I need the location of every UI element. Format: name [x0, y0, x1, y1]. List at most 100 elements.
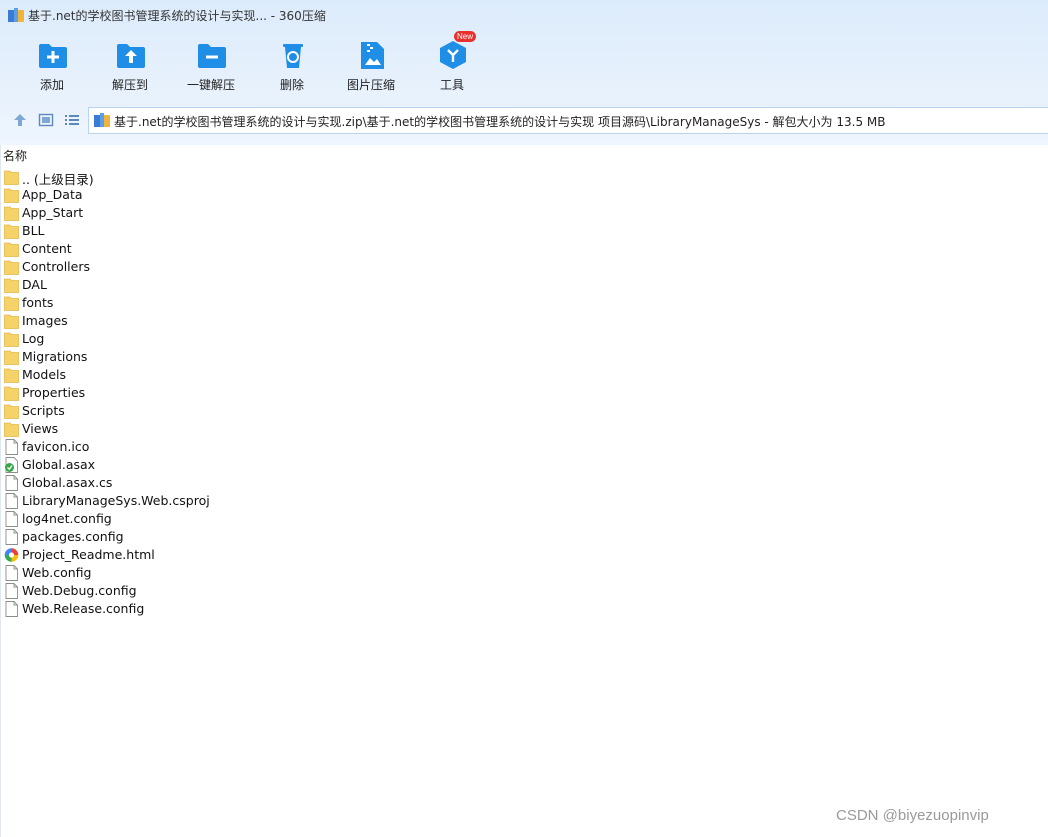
delete-button[interactable]: 删除 [256, 34, 328, 96]
folder-row[interactable]: Images [4, 312, 424, 330]
file-icon [5, 511, 18, 527]
folder-icon [4, 332, 19, 347]
file-name: Properties [22, 385, 86, 400]
file-name: Content [22, 241, 72, 256]
top-chrome: 基于.net的学校图书管理系统的设计与实现... - 360压缩 添加 解压到 一键… [0, 0, 1048, 145]
folder-row[interactable]: BLL [4, 222, 424, 240]
file-name: Web.config [22, 565, 92, 580]
folder-icon [4, 170, 19, 185]
file-row[interactable]: Global.asax [4, 456, 424, 474]
folder-row[interactable]: Properties [4, 384, 424, 402]
folder-icon [4, 224, 19, 239]
one-click-extract-button[interactable]: 一键解压 [175, 34, 247, 96]
file-name: LibraryManageSys.Web.csproj [22, 493, 210, 508]
new-badge: New [454, 31, 477, 42]
image-compress-label: 图片压缩 [346, 78, 395, 92]
folder-icon [4, 278, 19, 293]
add-button[interactable]: 添加 [16, 34, 88, 96]
file-name: packages.config [22, 529, 124, 544]
up-arrow-icon[interactable] [12, 112, 28, 128]
one-click-extract-label: 一键解压 [186, 78, 235, 92]
file-row[interactable]: LibraryManageSys.Web.csproj [4, 492, 424, 510]
folder-icon [4, 296, 19, 311]
recycle-bin-icon [283, 44, 303, 68]
file-row[interactable]: Project_Readme.html [4, 546, 424, 564]
file-name: favicon.ico [22, 439, 90, 454]
file-name: log4net.config [22, 511, 112, 526]
file-icon [5, 493, 18, 509]
column-header-name[interactable]: 名称 [3, 147, 27, 164]
image-compress-button[interactable]: 图片压缩 [335, 34, 407, 96]
file-row[interactable]: Web.Debug.config [4, 582, 424, 600]
file-name: Global.asax.cs [22, 475, 113, 490]
file-name: Views [22, 421, 59, 436]
file-name: Images [22, 313, 68, 328]
folder-row[interactable]: App_Data [4, 186, 424, 204]
folder-icon [4, 314, 19, 329]
file-row[interactable]: packages.config [4, 528, 424, 546]
folder-row[interactable]: Log [4, 330, 424, 348]
folder-icon [4, 404, 19, 419]
folder-row[interactable]: DAL [4, 276, 424, 294]
file-icon [5, 439, 18, 455]
file-row[interactable]: log4net.config [4, 510, 424, 528]
folder-row[interactable]: Views [4, 420, 424, 438]
file-icon [5, 583, 18, 599]
file-row[interactable]: Global.asax.cs [4, 474, 424, 492]
folder-row[interactable]: fonts [4, 294, 424, 312]
file-name: Web.Debug.config [22, 583, 137, 598]
file-icon [5, 529, 18, 545]
file-name: Migrations [22, 349, 88, 364]
title-bar: 基于.net的学校图书管理系统的设计与实现... - 360压缩 [0, 0, 1048, 30]
tools-button[interactable]: 工具 New [416, 31, 488, 96]
folder-icon [4, 206, 19, 221]
file-list: 名称 .. (上级目录) App_Data App_Start BLL Content C… [0, 145, 1048, 837]
file-name: Global.asax [22, 457, 96, 472]
folder-row[interactable]: Controllers [4, 258, 424, 276]
address-bar[interactable]: 基于.net的学校图书管理系统的设计与实现.zip\基于.net的学校图书管理系… [88, 107, 1048, 134]
watermark: CSDN @biyezuopinvip [836, 807, 989, 824]
folder-row[interactable]: Models [4, 366, 424, 384]
file-row[interactable]: favicon.ico [4, 438, 424, 456]
file-row[interactable]: Web.Release.config [4, 600, 424, 618]
extract-to-label: 解压到 [111, 78, 148, 92]
file-icon [5, 601, 18, 617]
file-name: BLL [22, 223, 45, 238]
file-name: fonts [22, 295, 54, 310]
list-view-icon[interactable] [64, 112, 80, 128]
file-name: Project_Readme.html [22, 547, 155, 562]
file-name: Models [22, 367, 67, 382]
folder-row[interactable]: App_Start [4, 204, 424, 222]
folder-row[interactable]: Scripts [4, 402, 424, 420]
folder-icon [4, 386, 19, 401]
toolbar: 添加 解压到 一键解压 删除 图片压缩 工具 New [0, 31, 520, 100]
file-icon [5, 475, 18, 491]
file-name: App_Data [22, 187, 83, 202]
folder-icon [4, 422, 19, 437]
tools-label: 工具 [439, 78, 464, 92]
file-name: DAL [22, 277, 47, 292]
address-path: 基于.net的学校图书管理系统的设计与实现.zip\基于.net的学校图书管理系… [114, 115, 886, 129]
folder-icon [4, 242, 19, 257]
folder-icon [4, 350, 19, 365]
folder-minus-icon [198, 44, 226, 68]
archive-icon [94, 113, 110, 127]
folder-plus-icon [39, 44, 67, 68]
image-zip-icon [361, 42, 384, 69]
folder-row[interactable]: Migrations [4, 348, 424, 366]
folder-icon [4, 368, 19, 383]
file-icon [5, 565, 18, 581]
file-row[interactable]: Web.config [4, 564, 424, 582]
html-file-icon [4, 548, 19, 562]
folder-icon [4, 188, 19, 203]
file-name: Controllers [22, 259, 90, 274]
folder-row[interactable]: .. (上级目录) [4, 168, 424, 187]
file-name: Log [22, 331, 45, 346]
extract-to-button[interactable]: 解压到 [94, 34, 166, 96]
folder-icon [4, 260, 19, 275]
file-name: Web.Release.config [22, 601, 145, 616]
file-name: Scripts [22, 403, 65, 418]
file-name: App_Start [22, 205, 84, 220]
folder-row[interactable]: Content [4, 240, 424, 258]
thumbnail-view-icon[interactable] [38, 112, 54, 128]
